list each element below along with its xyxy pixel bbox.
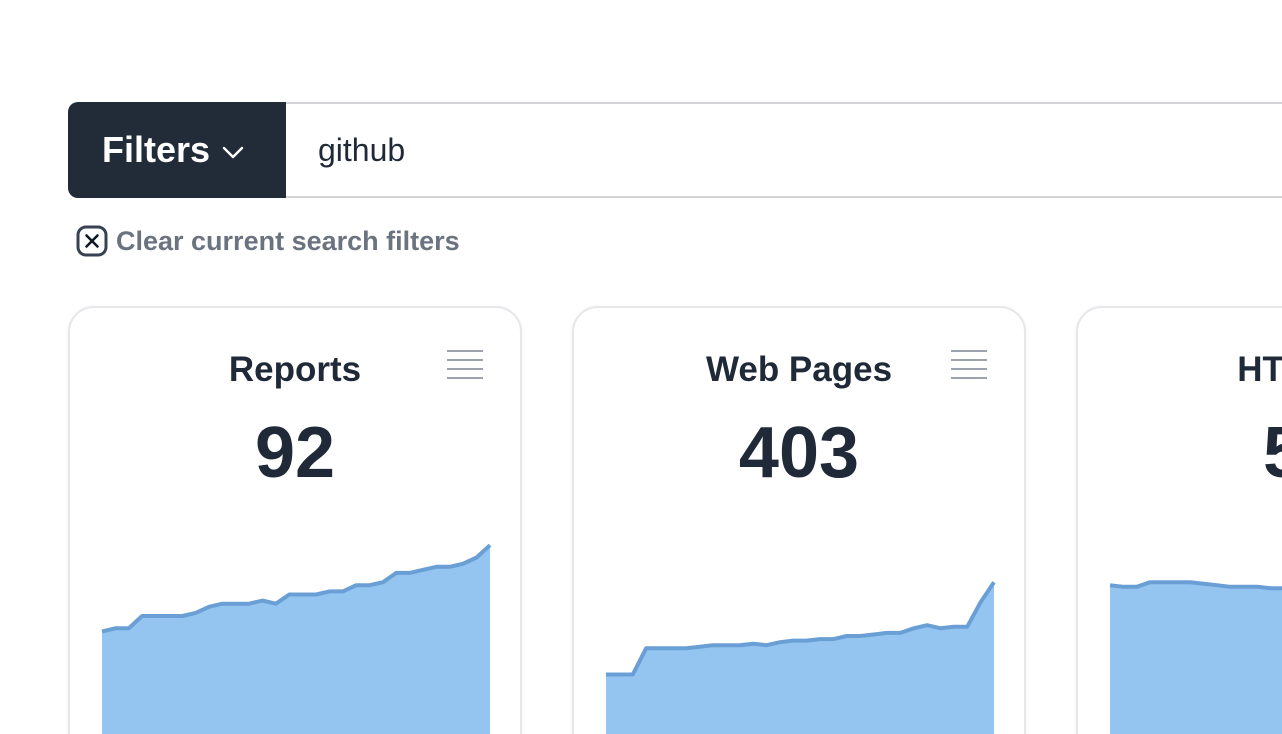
clear-filters-link[interactable]: Clear current search filters <box>76 225 460 257</box>
filters-button-label: Filters <box>102 129 211 170</box>
sparkline-chart <box>1109 580 1282 734</box>
search-bar: Filters <box>68 102 1282 198</box>
stat-card-reports[interactable]: Reports 92 <box>68 306 522 734</box>
chevron-down-icon <box>222 146 244 159</box>
sparkline-chart <box>606 581 996 734</box>
stat-card-html[interactable]: HTML D 56 <box>1076 306 1282 734</box>
sparkline-chart <box>101 543 492 734</box>
clear-filters-label: Clear current search filters <box>116 225 460 256</box>
filters-button[interactable]: Filters <box>68 102 286 198</box>
card-title: HTML D <box>1237 350 1282 389</box>
close-square-icon <box>76 225 108 257</box>
menu-icon[interactable] <box>446 348 484 382</box>
search-input[interactable] <box>286 102 1282 198</box>
card-value: 403 <box>738 413 860 493</box>
sparkline-area <box>1110 582 1282 734</box>
stat-card-web-pages[interactable]: Web Pages 403 <box>572 306 1026 734</box>
menu-icon[interactable] <box>950 348 988 382</box>
card-value: 92 <box>254 413 336 493</box>
page: Filters Clear current search filters Rep… <box>0 0 1282 734</box>
sparkline-area <box>102 545 490 734</box>
card-value: 56 <box>1078 412 1282 494</box>
sparkline-area <box>606 582 994 734</box>
